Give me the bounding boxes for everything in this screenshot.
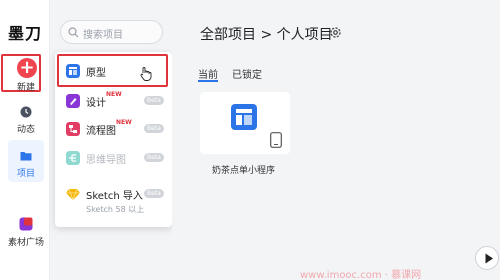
rail-item-projects[interactable]: 项目 (1, 166, 51, 179)
active-tab-indicator (198, 80, 218, 82)
flowchart-icon (66, 122, 80, 136)
clock-icon[interactable] (20, 106, 32, 118)
search-input[interactable]: 搜索项目 (60, 20, 163, 44)
prototype-icon (66, 64, 80, 78)
project-card[interactable] (200, 92, 290, 154)
menu-item-label: 设计 (86, 98, 106, 109)
menu-item-label: 思维导图 (86, 155, 126, 166)
beta-badge: Beta (144, 153, 164, 162)
prototype-icon (231, 104, 257, 130)
project-title[interactable]: 奶茶点单小程序 (212, 163, 275, 176)
beta-badge: Beta (144, 189, 164, 198)
app-logo: 墨刀 (8, 24, 43, 43)
sketch-icon (66, 188, 80, 201)
new-tag: NEW (116, 119, 132, 126)
design-icon (66, 94, 80, 108)
menu-item-label: Sketch 导入 (86, 191, 143, 202)
menu-item-mindmap[interactable]: 思维导图 Beta (66, 150, 166, 166)
menu-item-design[interactable]: 设计 NEW Beta (66, 91, 166, 109)
tab-locked[interactable]: 已锁定 (232, 66, 262, 81)
new-label[interactable]: 新建 (1, 80, 51, 93)
play-button[interactable] (475, 246, 499, 270)
rail-item-materials[interactable]: 素材广场 (1, 235, 51, 248)
beta-badge: Beta (144, 96, 164, 105)
sketch-version-note: Sketch 58 以上 (86, 205, 145, 214)
hand-cursor-icon (140, 67, 152, 81)
new-button[interactable]: + (17, 58, 37, 78)
menu-item-prototype[interactable]: 原型 (66, 63, 166, 81)
menu-item-label: 原型 (86, 68, 106, 79)
menu-item-sketch-import[interactable]: Sketch 导入 Beta (66, 186, 166, 202)
mobile-device-icon (270, 132, 282, 148)
menu-item-label: 流程图 (86, 126, 116, 137)
new-tag: NEW (106, 91, 122, 98)
menu-item-flowchart[interactable]: 流程图 NEW Beta (66, 119, 166, 137)
watermark: www.imooc.com · 慕课网 (300, 270, 422, 280)
gear-icon[interactable] (329, 26, 342, 39)
mindmap-icon (66, 151, 80, 165)
search-icon (68, 27, 79, 38)
search-placeholder: 搜索项目 (83, 30, 123, 41)
play-icon (485, 253, 493, 264)
folder-icon[interactable] (20, 150, 32, 162)
left-rail: 墨刀 + 新建 动态 项目 素材广场 (0, 0, 50, 280)
rail-item-activity[interactable]: 动态 (1, 122, 51, 135)
beta-badge: Beta (144, 124, 164, 133)
tab-current[interactable]: 当前 (198, 66, 218, 81)
material-icon[interactable] (19, 217, 33, 231)
breadcrumb: 全部项目 > 个人项目 (200, 27, 333, 43)
